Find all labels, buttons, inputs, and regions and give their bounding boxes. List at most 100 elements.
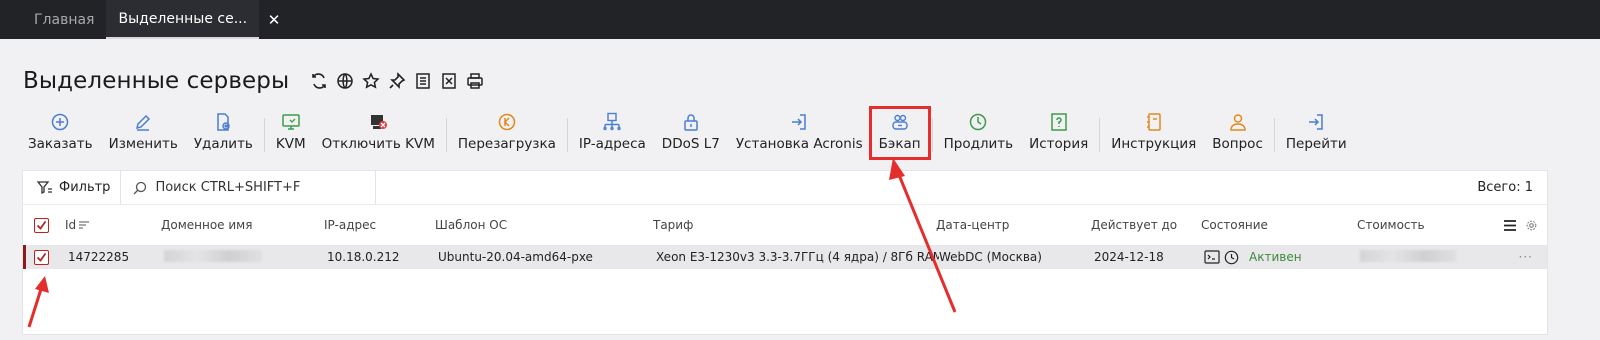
pencil-icon [136, 114, 151, 131]
total-count: Всего: 1 [1477, 180, 1533, 195]
more-icon[interactable]: ··· [1519, 250, 1537, 264]
plus-circle-icon [52, 113, 69, 131]
install-acronis-button[interactable]: Установка Acronis [728, 108, 871, 158]
kvm-icon [282, 114, 300, 130]
kvm-off-icon [371, 115, 388, 129]
row-tools: ··· [1519, 250, 1547, 264]
col-datacenter[interactable]: Дата-центр [936, 218, 1091, 232]
ip-addresses-label: IP-адреса [578, 136, 646, 152]
col-os[interactable]: Шаблон ОС [435, 218, 653, 232]
cell-cost [1360, 249, 1500, 265]
support-icon [1229, 114, 1246, 131]
menu-icon[interactable] [1504, 219, 1516, 231]
refresh-icon[interactable] [309, 71, 329, 91]
delete-doc-icon [217, 113, 231, 131]
toolbar-divider [566, 118, 568, 152]
filter-icon [37, 180, 52, 194]
toolbar-divider [1099, 118, 1101, 152]
history-button[interactable]: История [1021, 108, 1096, 158]
history-label: История [1029, 136, 1089, 152]
star-icon[interactable] [361, 71, 381, 91]
order-button[interactable]: Заказать [20, 108, 101, 158]
tab-home-label: Главная [34, 11, 95, 28]
ip-addresses-button[interactable]: IP-адреса [571, 108, 654, 158]
cell-os: Ubuntu-20.04-amd64-pxe [438, 250, 593, 264]
goto-label: Перейти [1285, 136, 1347, 152]
ddos-label: DDoS L7 [661, 136, 720, 152]
sort-icon[interactable] [78, 220, 90, 230]
goto-button[interactable]: Перейти [1278, 108, 1355, 158]
backup-button[interactable]: Бэкап [868, 106, 931, 160]
tab-dedicated-servers-label: Выделенные се... [118, 10, 248, 27]
toolbar-divider [263, 118, 265, 152]
order-label: Заказать [28, 136, 93, 152]
select-all-checkbox[interactable] [34, 217, 49, 233]
instruction-button[interactable]: Инструкция [1103, 108, 1204, 158]
ddos-button[interactable]: DDoS L7 [654, 108, 728, 158]
delete-button[interactable]: Удалить [186, 108, 261, 158]
col-tariff[interactable]: Тариф [653, 218, 936, 232]
question-label: Вопрос [1212, 136, 1263, 152]
globe-icon[interactable] [335, 71, 355, 91]
title-actions [309, 71, 485, 91]
toolbar-divider [1273, 118, 1275, 152]
filter-button[interactable]: Фильтр [23, 170, 122, 205]
document-icon[interactable] [413, 71, 433, 91]
clock-icon [970, 113, 987, 131]
reboot-icon [498, 113, 516, 131]
kvm-label: KVM [275, 136, 306, 152]
console-icon[interactable] [1204, 250, 1220, 264]
goto-icon [1309, 114, 1323, 130]
clock-icon[interactable] [1224, 250, 1239, 265]
col-domain[interactable]: Доменное имя [161, 218, 324, 232]
reboot-label: Перезагрузка [457, 136, 556, 152]
gear-icon[interactable] [1526, 220, 1537, 231]
table-row[interactable]: 14722285 10.18.0.212 Ubuntu-20.04-amd64-… [23, 245, 1547, 269]
print-icon[interactable] [465, 71, 485, 91]
login-icon [792, 114, 806, 130]
col-ip[interactable]: IP-адрес [324, 218, 435, 232]
question-button[interactable]: Вопрос [1204, 108, 1271, 158]
network-icon [603, 112, 622, 131]
search-placeholder: Поиск CTRL+SHIFT+F [155, 180, 301, 195]
reboot-button[interactable]: Перезагрузка [450, 108, 564, 158]
edit-button[interactable]: Изменить [101, 108, 186, 158]
cell-datacenter: WebDC (Москва) [939, 250, 1042, 264]
tab-dedicated-servers[interactable]: Выделенные се... [106, 0, 260, 39]
book-icon [1146, 113, 1161, 131]
help-doc-icon [1050, 113, 1067, 131]
pin-icon[interactable] [387, 71, 407, 91]
cell-ip: 10.18.0.212 [327, 250, 400, 264]
cell-tariff: Xeon E3-1230v3 3.3-3.7ГГц (4 ядра) / 8Гб… [656, 250, 939, 264]
lock-icon [684, 114, 698, 131]
cell-domain [164, 249, 327, 265]
col-state[interactable]: Состояние [1201, 218, 1357, 232]
renew-button[interactable]: Продлить [936, 108, 1022, 158]
close-tab-icon[interactable]: ✕ [263, 0, 285, 39]
col-cost[interactable]: Стоимость [1357, 218, 1497, 232]
cell-state: Активен [1204, 250, 1360, 265]
tab-home[interactable]: Главная [22, 0, 106, 39]
cell-valid-until: 2024-12-18 [1094, 250, 1164, 264]
page-header: Выделенные серверы [23, 68, 485, 94]
search-input[interactable]: Поиск CTRL+SHIFT+F [121, 170, 377, 205]
install-acronis-label: Установка Acronis [735, 136, 863, 152]
header-tools [1504, 219, 1547, 231]
redacted-domain [164, 249, 262, 262]
col-id[interactable]: Id [49, 218, 161, 232]
row-checkbox-cell [26, 249, 52, 265]
col-id-label: Id [65, 218, 77, 232]
export-icon[interactable] [439, 71, 459, 91]
backup-label: Бэкап [878, 136, 921, 152]
kvm-off-label: Отключить KVM [321, 136, 435, 152]
servers-panel: Фильтр Поиск CTRL+SHIFT+F Всего: 1 Id До… [22, 170, 1548, 335]
instruction-label: Инструкция [1111, 136, 1197, 152]
header-checkbox-cell [23, 217, 49, 233]
edit-label: Изменить [108, 136, 178, 152]
kvm-off-button[interactable]: Отключить KVM [314, 108, 443, 158]
filter-label: Фильтр [59, 180, 111, 195]
col-valid-until[interactable]: Действует до [1091, 218, 1201, 232]
kvm-button[interactable]: KVM [268, 108, 314, 158]
row-checkbox[interactable] [34, 249, 49, 265]
toolbar-divider [931, 118, 933, 152]
